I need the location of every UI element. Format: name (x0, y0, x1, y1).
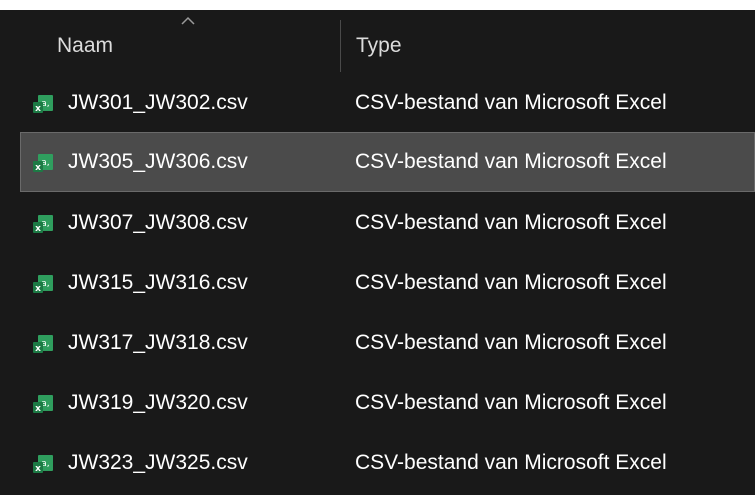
excel-csv-icon: a, x (33, 215, 53, 234)
file-row[interactable]: a, x JW301_JW302.csv CSV-bestand van Mic… (20, 73, 755, 133)
file-row[interactable]: a, x JW317_JW318.csv CSV-bestand van Mic… (20, 313, 755, 373)
file-type: CSV-bestand van Microsoft Excel (355, 331, 667, 354)
top-edge (0, 0, 755, 10)
file-type: CSV-bestand van Microsoft Excel (355, 451, 667, 474)
column-header-name[interactable]: Naam (57, 34, 113, 58)
excel-csv-icon: a, x (33, 95, 53, 114)
file-row[interactable]: a, x JW323_JW325.csv CSV-bestand van Mic… (20, 433, 755, 493)
excel-csv-icon: a, x (33, 455, 53, 474)
file-name: JW305_JW306.csv (68, 150, 248, 173)
excel-csv-icon: a, x (33, 335, 53, 354)
svg-text:x: x (35, 404, 41, 414)
file-type: CSV-bestand van Microsoft Excel (355, 391, 667, 414)
file-name: JW301_JW302.csv (68, 91, 248, 114)
file-name: JW323_JW325.csv (68, 451, 248, 474)
column-header-bar: Naam Type (0, 10, 755, 73)
file-row[interactable]: a, x JW319_JW320.csv CSV-bestand van Mic… (20, 373, 755, 433)
file-row[interactable]: a, x JW315_JW316.csv CSV-bestand van Mic… (20, 253, 755, 313)
file-row[interactable]: a, x JW307_JW308.csv CSV-bestand van Mic… (20, 193, 755, 253)
column-divider[interactable] (340, 20, 341, 72)
excel-csv-icon: a, x (33, 395, 53, 414)
file-type: CSV-bestand van Microsoft Excel (355, 91, 667, 114)
svg-text:x: x (35, 284, 41, 294)
file-name: JW307_JW308.csv (68, 211, 248, 234)
excel-csv-icon: a, x (33, 154, 53, 173)
svg-text:x: x (35, 344, 41, 354)
column-header-type[interactable]: Type (356, 34, 402, 58)
svg-text:x: x (35, 224, 41, 234)
file-name: JW319_JW320.csv (68, 391, 248, 414)
svg-text:x: x (35, 464, 41, 474)
file-row-selected[interactable]: a, x JW305_JW306.csv CSV-bestand van Mic… (20, 132, 755, 192)
svg-text:x: x (35, 104, 41, 114)
svg-text:x: x (35, 163, 41, 173)
file-name: JW317_JW318.csv (68, 331, 248, 354)
file-type: CSV-bestand van Microsoft Excel (355, 271, 667, 294)
file-explorer-list-view: Naam Type a, x JW301_JW302.csv CSV-besta… (0, 0, 755, 495)
file-name: JW315_JW316.csv (68, 271, 248, 294)
excel-csv-icon: a, x (33, 275, 53, 294)
file-type: CSV-bestand van Microsoft Excel (355, 211, 667, 234)
file-type: CSV-bestand van Microsoft Excel (355, 150, 667, 173)
sort-ascending-icon (181, 16, 195, 25)
